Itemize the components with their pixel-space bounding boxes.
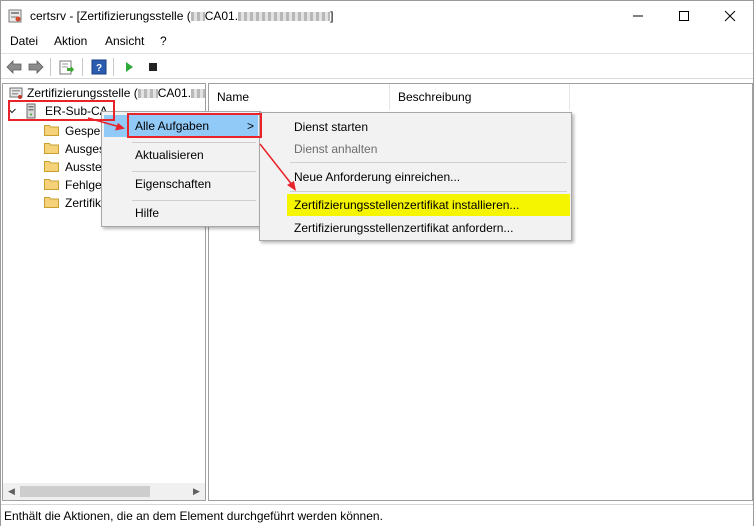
menu-separator xyxy=(290,191,567,192)
menu-item-label: Eigenschaften xyxy=(135,177,212,191)
menu-item-label: Zertifizierungsstellenzertifikat anforde… xyxy=(294,221,514,235)
menu-item-aktualisieren[interactable]: Aktualisieren xyxy=(104,144,258,166)
maximize-icon xyxy=(679,11,689,21)
toolbar: ? xyxy=(1,53,753,79)
title-suffix: ] xyxy=(330,9,334,23)
redacted-block xyxy=(190,12,205,22)
stop-service-icon xyxy=(149,63,157,71)
menu-item-label: Hilfe xyxy=(135,206,160,220)
submenu-alle-aufgaben: Dienst starten Dienst anhalten Neue Anfo… xyxy=(259,112,572,241)
scrollbar-thumb[interactable] xyxy=(20,486,150,497)
folder-icon xyxy=(44,197,59,208)
tree-label-folder: Fehlge xyxy=(65,178,102,192)
folder-icon xyxy=(44,179,59,190)
menu-item-hilfe[interactable]: Hilfe xyxy=(104,202,258,224)
toolbar-separator xyxy=(82,58,83,76)
certsrv-app-icon xyxy=(8,9,22,23)
menu-aktion[interactable]: Aktion xyxy=(54,34,87,48)
export-list-icon xyxy=(59,60,74,75)
redacted-block xyxy=(238,12,331,22)
maximize-button[interactable] xyxy=(661,1,707,31)
close-button[interactable] xyxy=(707,1,753,31)
toolbar-separator xyxy=(113,58,114,76)
ca-root-icon xyxy=(9,87,23,99)
menu-separator xyxy=(132,142,256,143)
minimize-button[interactable] xyxy=(615,1,661,31)
title-prefix: certsrv - [Zertifizierungsstelle ( xyxy=(30,9,191,23)
help-icon: ? xyxy=(91,59,107,75)
menu-item-label: Neue Anforderung einreichen... xyxy=(294,170,461,184)
tree-label-folder: Ausges xyxy=(65,142,106,156)
back-arrow-icon xyxy=(6,60,22,74)
menu-item-neue-anforderung[interactable]: Neue Anforderung einreichen... xyxy=(262,166,569,188)
start-service-icon xyxy=(126,62,133,72)
menu-item-label: Aktualisieren xyxy=(135,148,204,162)
scroll-right-icon[interactable]: ▶ xyxy=(188,483,205,500)
window-title: certsrv - [Zertifizierungsstelle ( CA01.] xyxy=(30,9,333,23)
menu-item-dienst-starten[interactable]: Dienst starten xyxy=(262,116,569,138)
scroll-left-icon[interactable]: ◀ xyxy=(3,483,20,500)
menu-datei[interactable]: Datei xyxy=(10,34,38,48)
redacted-block xyxy=(191,89,205,99)
status-text: Enthält die Aktionen, die an dem Element… xyxy=(4,509,383,523)
forward-arrow-icon xyxy=(28,60,44,74)
menu-ansicht[interactable]: Ansicht xyxy=(105,34,144,48)
svg-text:?: ? xyxy=(96,63,102,74)
tree-label-folder: Ausste xyxy=(65,160,102,174)
title-mid: CA01. xyxy=(204,9,239,23)
tree-root-mid: CA01. xyxy=(157,86,192,100)
menu-help[interactable]: ? xyxy=(160,34,167,48)
folder-icon xyxy=(44,143,59,154)
annotation-box xyxy=(8,100,115,121)
menu-item-label-disabled: Dienst anhalten xyxy=(294,142,378,156)
menu-item-zertifikat-installieren[interactable]: Zertifizierungsstellenzertifikat install… xyxy=(287,194,570,216)
menu-separator xyxy=(132,171,256,172)
menu-separator xyxy=(132,200,256,201)
folder-icon xyxy=(44,161,59,172)
menu-item-label: Dienst starten xyxy=(294,120,369,134)
redacted-block xyxy=(137,89,158,99)
menu-item-dienst-anhalten: Dienst anhalten xyxy=(262,138,569,160)
tree-horizontal-scrollbar[interactable]: ◀ ▶ xyxy=(3,483,205,500)
tree-root-prefix: Zertifizierungsstelle ( xyxy=(27,86,138,100)
start-service-button[interactable] xyxy=(119,57,139,77)
menu-separator xyxy=(290,162,567,163)
menu-item-label: Zertifizierungsstellenzertifikat install… xyxy=(294,198,520,212)
menu-bar: Datei Aktion Ansicht ? xyxy=(1,31,753,52)
forward-button[interactable] xyxy=(26,57,46,77)
toolbar-separator xyxy=(50,58,51,76)
minimize-icon xyxy=(633,15,643,17)
folder-icon xyxy=(44,125,59,136)
back-button[interactable] xyxy=(4,57,24,77)
mmc-window: certsrv - [Zertifizierungsstelle ( CA01.]… xyxy=(0,0,754,526)
export-list-button[interactable] xyxy=(57,57,77,77)
menu-item-eigenschaften[interactable]: Eigenschaften xyxy=(104,173,258,195)
title-bar: certsrv - [Zertifizierungsstelle ( CA01.] xyxy=(1,1,753,31)
stop-service-button[interactable] xyxy=(143,57,163,77)
tree-label-folder: Gesper xyxy=(65,124,105,138)
menu-item-zertifikat-anfordern[interactable]: Zertifizierungsstellenzertifikat anforde… xyxy=(262,217,569,239)
status-bar: Enthält die Aktionen, die an dem Element… xyxy=(1,504,753,526)
tree-label-folder: Zertifik xyxy=(65,196,101,210)
column-header-name[interactable]: Name xyxy=(209,84,390,110)
close-icon xyxy=(724,10,736,22)
annotation-box xyxy=(127,113,262,138)
help-button[interactable]: ? xyxy=(89,57,109,77)
column-header-beschreibung[interactable]: Beschreibung xyxy=(390,84,570,110)
